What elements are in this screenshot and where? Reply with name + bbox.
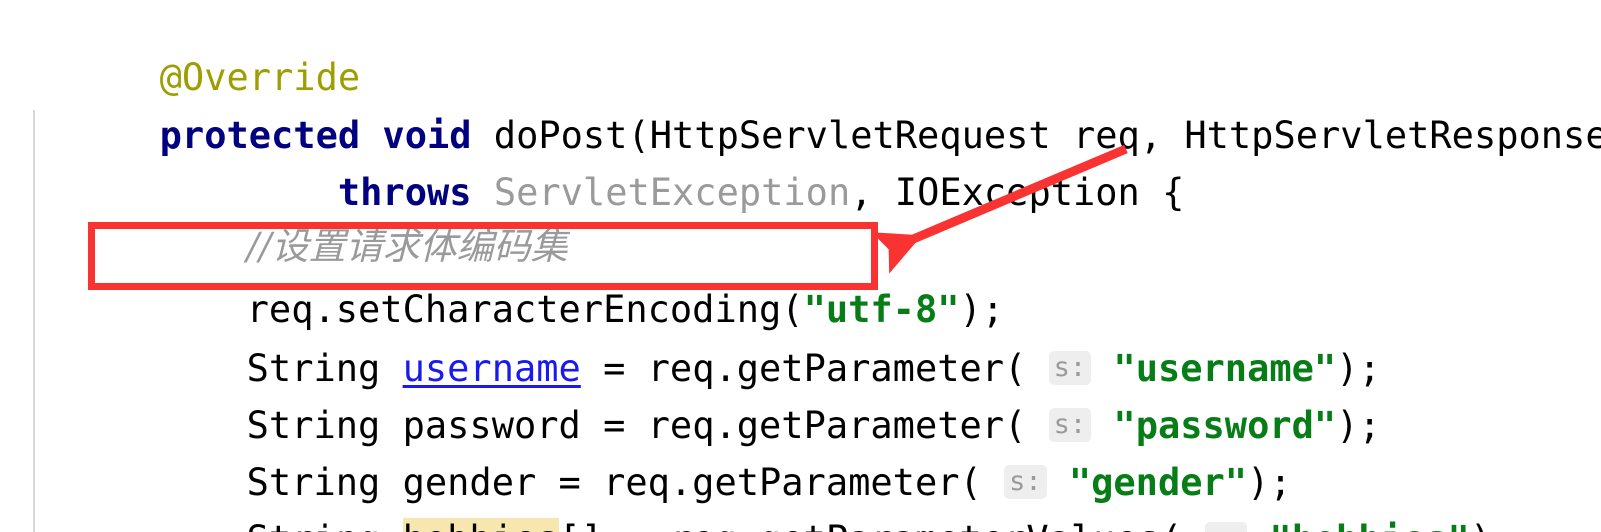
string-literal-hobbies: "hobbies" xyxy=(1269,518,1469,532)
variable-hobbies[interactable]: hobbies xyxy=(402,518,559,532)
type-string-8: String xyxy=(247,518,403,532)
statement-end-8: ); xyxy=(1470,518,1515,532)
code-line-dopost-signature[interactable]: protected void doPost(HttpServletRequest… xyxy=(26,50,1601,157)
code-line-setcharacterencoding[interactable]: req.setCharacterEncoding("utf-8"); xyxy=(113,224,1004,331)
space-8 xyxy=(1182,518,1204,532)
code-editor-surface[interactable]: @Override protected void doPost(HttpServ… xyxy=(0,0,1601,532)
code-line-override[interactable]: @Override xyxy=(26,0,360,99)
code-line-comment[interactable]: //设置请求体编码集 xyxy=(113,161,568,268)
code-line-username[interactable]: String username = req.getParameter( s: "… xyxy=(113,283,1381,390)
code-line-hobbies[interactable]: String hobbies[] = req.getParameterValue… xyxy=(113,454,1514,532)
code-line-password[interactable]: String password = req.getParameter( s: "… xyxy=(113,340,1381,447)
code-editor-screenshot: @Override protected void doPost(HttpServ… xyxy=(0,0,1601,532)
getparametervalues-call-8: [] = req.getParameterValues( xyxy=(559,518,1183,532)
comma-separator: , xyxy=(850,171,895,214)
statement-end-6: ); xyxy=(1336,404,1381,447)
param-hint-s-8: s: xyxy=(1204,522,1248,532)
space-8b xyxy=(1247,518,1269,532)
code-line-throws[interactable]: throws ServletException, IOException { xyxy=(26,107,1185,214)
code-line-gender[interactable]: String gender = req.getParameter( s: "ge… xyxy=(113,397,1292,504)
type-ioexception: IOException { xyxy=(894,171,1185,214)
